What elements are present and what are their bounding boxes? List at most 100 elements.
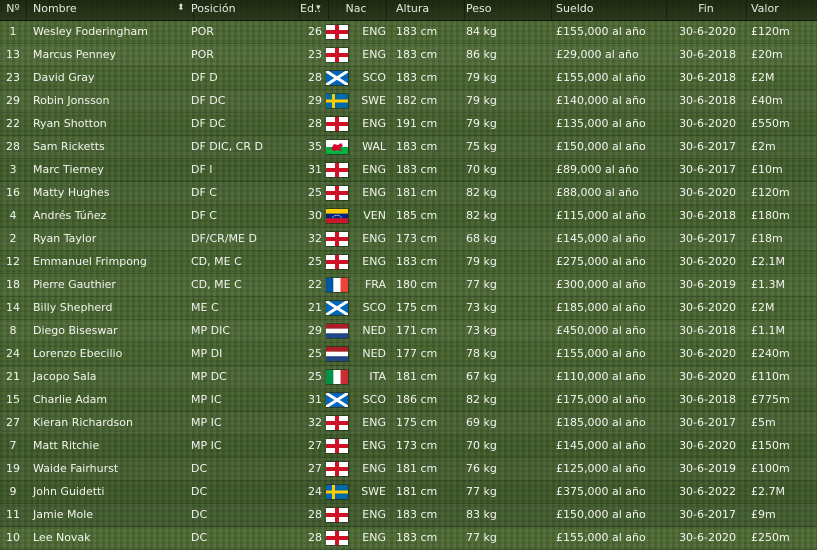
table-row[interactable]: 2 Ryan Taylor DF/CR/ME D 32 ENG 173 cm 68 kg £1… (0, 228, 817, 251)
column-header-contract-end[interactable]: Fin (666, 0, 747, 20)
player-position: DF DC (191, 117, 226, 130)
player-height: 171 cm (396, 324, 438, 337)
table-row[interactable]: 9 John Guidetti DC 24 SWE 181 cm 77 kg £375,000… (0, 481, 817, 504)
player-weight: 83 kg (466, 508, 497, 521)
sort-updown-icon[interactable]: ⬍ (177, 3, 185, 13)
column-header-height[interactable]: Altura (395, 0, 465, 20)
column-header-weight[interactable]: Peso (465, 0, 552, 20)
player-weight: 68 kg (466, 232, 497, 245)
player-nationality: ENG (362, 117, 386, 130)
flag-fra-icon (326, 278, 348, 292)
table-row[interactable]: 11 Jamie Mole DC 28 ENG 183 cm 83 kg £150,000 a… (0, 504, 817, 527)
player-height: 185 cm (396, 209, 438, 222)
player-wage: £155,000 al año (556, 71, 646, 84)
player-wage: £88,000 al año (556, 186, 639, 199)
player-nationality: ENG (362, 255, 386, 268)
nationality-flag-cell (326, 297, 350, 319)
player-nationality: VEN (363, 209, 386, 222)
flag-eng-icon (326, 48, 348, 62)
player-height: 181 cm (396, 370, 438, 383)
player-number: 21 (6, 370, 20, 383)
nationality-flag-cell (326, 343, 350, 365)
player-nationality: NED (362, 347, 386, 360)
table-row[interactable]: 14 Billy Shepherd ME C 21 SCO 175 cm 73 kg £185… (0, 297, 817, 320)
table-row[interactable]: 1 Wesley Foderingham POR 26 ENG 183 cm 84 kg £1… (0, 21, 817, 44)
player-wage: £140,000 al año (556, 94, 646, 107)
flag-ned-icon (326, 347, 348, 361)
table-row[interactable]: 13 Marcus Penney POR 23 ENG 183 cm 86 kg £29,00… (0, 44, 817, 67)
table-row[interactable]: 21 Jacopo Sala MP DC 25 ITA 181 cm 67 kg £110,0… (0, 366, 817, 389)
player-contract-end: 30-6-2020 (679, 255, 736, 268)
player-position: MP IC (191, 416, 222, 429)
player-contract-end: 30-6-2020 (679, 370, 736, 383)
player-contract-end: 30-6-2018 (679, 209, 736, 222)
player-name: Marcus Penney (33, 48, 116, 61)
player-position: CD, ME C (191, 255, 242, 268)
table-row[interactable]: 22 Ryan Shotton DF DC 28 ENG 191 cm 79 kg £135,… (0, 113, 817, 136)
player-age: 25 (308, 370, 322, 383)
table-row[interactable]: 29 Robin Jonsson DF DC 29 SWE 182 cm 79 kg £140… (0, 90, 817, 113)
column-header-position[interactable]: Posición (188, 0, 300, 20)
column-header-value[interactable]: Valor (750, 0, 817, 20)
player-position: ME C (191, 301, 219, 314)
table-row[interactable]: 23 David Gray DF D 28 SCO 183 cm 79 kg £155,000… (0, 67, 817, 90)
player-number: 18 (6, 278, 20, 291)
table-row[interactable]: 8 Diego Biseswar MP DIC 29 NED 171 cm 73 kg £45… (0, 320, 817, 343)
player-value: £150m (751, 439, 790, 452)
player-height: 183 cm (396, 25, 438, 38)
player-age: 29 (308, 94, 322, 107)
table-row[interactable]: 19 Waide Fairhurst DC 27 ENG 181 cm 76 kg £125,… (0, 458, 817, 481)
player-value: £120m (751, 25, 790, 38)
flag-wal-icon (326, 140, 348, 154)
player-nationality: ENG (362, 163, 386, 176)
player-weight: 79 kg (466, 117, 497, 130)
player-number: 22 (6, 117, 20, 130)
table-row[interactable]: 7 Matt Ritchie MP IC 27 ENG 173 cm 70 kg £145,0… (0, 435, 817, 458)
table-row[interactable]: 10 Lee Novak DC 28 ENG 183 cm 77 kg £155,000 al… (0, 527, 817, 550)
table-row[interactable]: 15 Charlie Adam MP IC 31 SCO 186 cm 82 kg £175,… (0, 389, 817, 412)
player-weight: 70 kg (466, 163, 497, 176)
table-row[interactable]: 18 Pierre Gauthier CD, ME C 22 FRA 180 cm 77 k… (0, 274, 817, 297)
player-position: DF DC (191, 94, 226, 107)
player-position: DF C (191, 186, 217, 199)
column-header-name[interactable]: Nombre (27, 0, 194, 20)
player-weight: 86 kg (466, 48, 497, 61)
column-header-wage[interactable]: Sueldo (554, 0, 667, 20)
player-number: 15 (6, 393, 20, 406)
player-wage: £185,000 al año (556, 301, 646, 314)
table-row[interactable]: 24 Lorenzo Ebecilio MP DI 25 NED 177 cm 78 kg £… (0, 343, 817, 366)
player-nationality: SCO (362, 393, 386, 406)
table-row[interactable]: 27 Kieran Richardson MP IC 32 ENG 175 cm 69 kg… (0, 412, 817, 435)
player-value: £240m (751, 347, 790, 360)
column-header-number[interactable]: Nº (0, 0, 27, 20)
flag-eng-icon (326, 25, 348, 39)
player-nationality: SCO (362, 71, 386, 84)
sort-down-icon[interactable]: ▾ (316, 3, 321, 13)
column-header-age[interactable]: Ed.. (296, 0, 329, 20)
player-height: 183 cm (396, 48, 438, 61)
flag-eng-icon (326, 186, 348, 200)
player-value: £180m (751, 209, 790, 222)
player-value: £775m (751, 393, 790, 406)
player-wage: £185,000 al año (556, 416, 646, 429)
player-contract-end: 30-6-2020 (679, 301, 736, 314)
player-position: DF D (191, 71, 218, 84)
player-position: DF C (191, 209, 217, 222)
player-value: £5m (751, 416, 776, 429)
player-name: Pierre Gauthier (33, 278, 116, 291)
player-value: £9m (751, 508, 776, 521)
player-nationality: ENG (362, 508, 386, 521)
table-row[interactable]: 12 Emmanuel Frimpong CD, ME C 25 ENG 183 cm 79… (0, 251, 817, 274)
flag-eng-icon (326, 416, 348, 430)
player-number: 28 (6, 140, 20, 153)
table-row[interactable]: 4 Andrés Túñez DF C 30 VEN 185 cm 82 kg £115,00… (0, 205, 817, 228)
player-contract-end: 30-6-2018 (679, 71, 736, 84)
table-row[interactable]: 3 Marc Tierney DF I 31 ENG 183 cm 70 kg £89,000… (0, 159, 817, 182)
player-nationality: ENG (362, 531, 386, 544)
player-age: 22 (308, 278, 322, 291)
player-height: 175 cm (396, 416, 438, 429)
table-row[interactable]: 28 Sam Ricketts DF DIC, CR D 35 WAL 183 cm 75 … (0, 136, 817, 159)
table-row[interactable]: 16 Matty Hughes DF C 25 ENG 181 cm 82 kg £88,00… (0, 182, 817, 205)
column-header-nationality[interactable]: Nac (326, 0, 387, 20)
player-contract-end: 30-6-2020 (679, 439, 736, 452)
